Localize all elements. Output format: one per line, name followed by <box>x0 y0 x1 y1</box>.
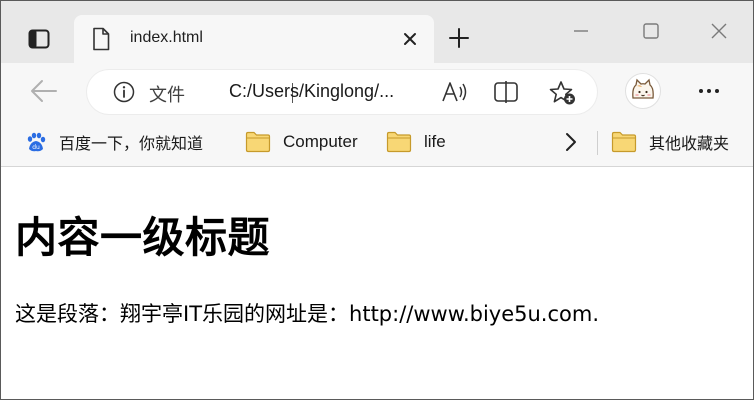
favorite-folder-other[interactable]: 其他收藏夹 <box>611 119 729 165</box>
tab-close-icon[interactable] <box>400 29 420 49</box>
tab-actions-icon <box>28 29 50 49</box>
title-bar: index.html <box>1 1 753 63</box>
url-text[interactable]: C:/Users/Kinglong/... <box>229 81 394 102</box>
favorite-label: 百度一下，你就知道 <box>59 134 204 153</box>
new-tab-icon[interactable] <box>447 26 471 50</box>
tab-title: index.html <box>130 29 203 46</box>
tab-actions-button[interactable] <box>15 23 63 55</box>
file-scheme-label: 文件 <box>149 85 185 106</box>
favorite-label: life <box>424 132 446 151</box>
page-paragraph: 这是段落：翔宇亭IT乐园的网址是：http://www.biye5u.com. <box>15 302 600 326</box>
folder-icon <box>245 131 271 153</box>
folder-icon <box>386 131 412 153</box>
address-bar[interactable]: 文件 C:/Users/Kinglong/... <box>87 70 597 114</box>
chevron-right-icon[interactable] <box>561 131 581 153</box>
favorite-folder-computer[interactable]: Computer <box>245 119 358 165</box>
favorite-label: 其他收藏夹 <box>649 134 730 153</box>
info-icon[interactable] <box>113 81 135 103</box>
more-options-icon[interactable] <box>695 79 723 103</box>
add-favorite-star-icon[interactable] <box>549 80 577 106</box>
favorite-label: Computer <box>283 132 358 151</box>
minimize-icon[interactable] <box>569 19 593 43</box>
window-close-icon[interactable] <box>707 19 731 43</box>
back-arrow-icon[interactable] <box>29 78 59 104</box>
read-aloud-icon[interactable] <box>441 80 469 104</box>
cat-avatar-icon <box>632 78 654 99</box>
svg-text:du: du <box>32 144 40 151</box>
favorite-folder-life[interactable]: life <box>386 119 446 165</box>
toolbar: 文件 C:/Users/Kinglong/... <box>1 63 753 119</box>
folder-icon <box>611 131 637 153</box>
split-screen-icon[interactable] <box>493 80 519 104</box>
profile-avatar[interactable] <box>625 73 661 109</box>
favorites-bar: du 百度一下，你就知道 Computer life 其他收藏夹 <box>1 119 753 167</box>
document-icon <box>93 27 110 51</box>
baidu-icon: du <box>27 132 46 152</box>
browser-window: index.html 文件 C:/Users/Kinglong/... du 百… <box>0 0 754 400</box>
tab-index-html[interactable]: index.html <box>74 15 434 63</box>
favorites-divider <box>597 131 598 155</box>
page-heading: 内容一级标题 <box>15 213 271 262</box>
maximize-icon[interactable] <box>639 19 663 43</box>
page-content: 内容一级标题 这是段落：翔宇亭IT乐园的网址是：http://www.biye5… <box>1 168 753 399</box>
favorite-baidu[interactable]: du 百度一下，你就知道 <box>25 119 203 165</box>
